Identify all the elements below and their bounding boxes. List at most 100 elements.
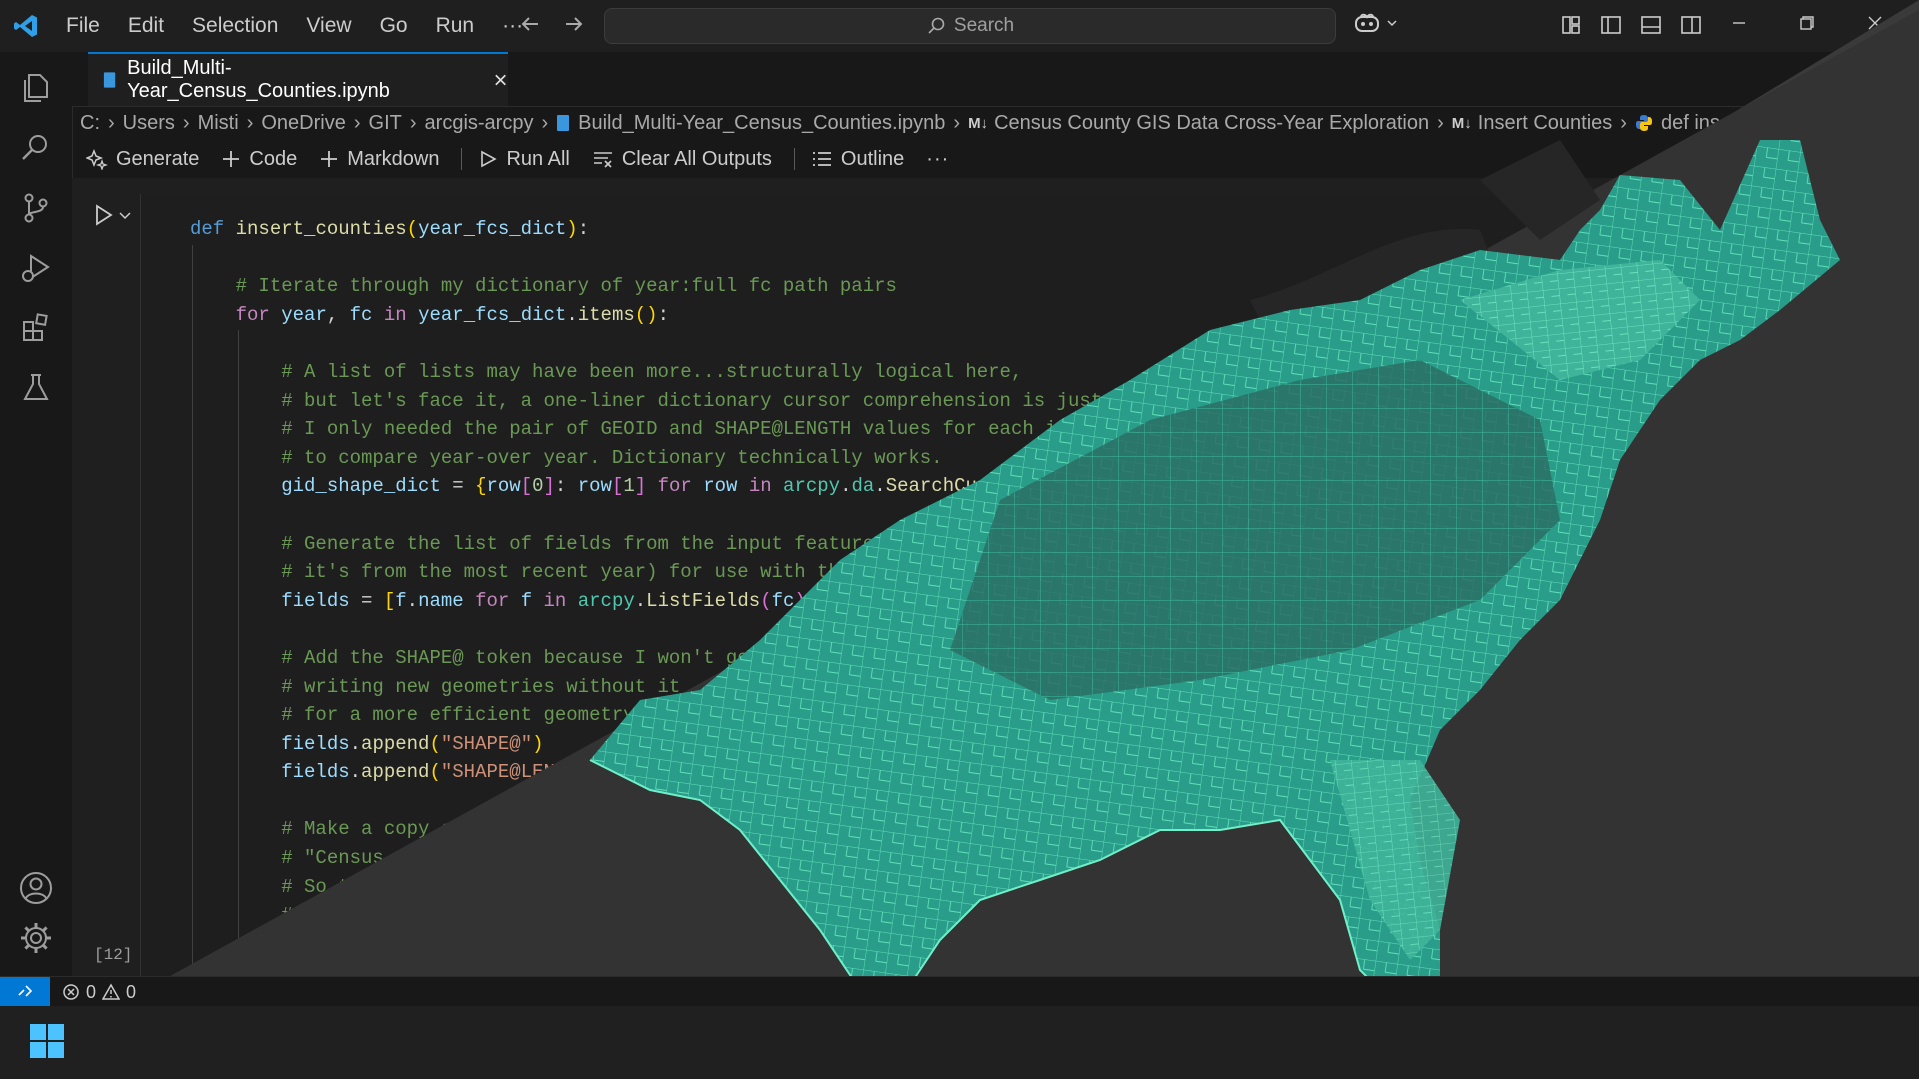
breadcrumb-item[interactable]: arcgis-arcpy bbox=[425, 112, 534, 135]
tab-notebook[interactable]: Build_Multi-Year_Census_Counties.ipynb bbox=[88, 52, 508, 106]
chevron-right-icon: › bbox=[1437, 111, 1444, 134]
command-center-search[interactable]: Search bbox=[604, 8, 1336, 44]
menu-go[interactable]: Go bbox=[366, 0, 422, 52]
menu-file[interactable]: File bbox=[52, 0, 114, 52]
menu-view[interactable]: View bbox=[292, 0, 365, 52]
breadcrumb-item[interactable]: Users bbox=[123, 112, 175, 135]
code-line[interactable]: def insert_counties(year_fcs_dict): bbox=[190, 215, 1171, 244]
breadcrumb-item[interactable]: Misti bbox=[198, 112, 239, 135]
add-markdown-cell-button[interactable]: Markdown bbox=[319, 148, 439, 171]
code-line[interactable] bbox=[190, 329, 1171, 358]
code-line[interactable] bbox=[190, 244, 1171, 273]
forward-arrow-icon[interactable] bbox=[562, 12, 586, 36]
extensions-icon[interactable] bbox=[16, 308, 56, 348]
code-line[interactable]: # but let's face it, a one-liner diction… bbox=[190, 387, 1170, 416]
menu-edit[interactable]: Edit bbox=[114, 0, 178, 52]
code-line[interactable]: # writing new geometries without it bbox=[190, 673, 1171, 702]
search-sidebar-icon[interactable] bbox=[16, 128, 56, 168]
code-token: ( bbox=[429, 732, 441, 755]
outline-button[interactable]: Outline bbox=[811, 148, 904, 171]
code-line[interactable] bbox=[190, 501, 1171, 530]
code-token: : bbox=[657, 303, 669, 326]
cell-gutter bbox=[78, 192, 140, 982]
code-line[interactable]: # for a more efficient geometry bbox=[190, 701, 1171, 730]
code-line[interactable]: # So t bbox=[190, 873, 1171, 902]
breadcrumb-item[interactable]: def insert_ bbox=[1661, 112, 1754, 135]
code-line[interactable]: # it's from the most recent year) for us… bbox=[190, 558, 1171, 587]
remote-indicator[interactable] bbox=[0, 977, 50, 1007]
menu-run[interactable]: Run bbox=[422, 0, 489, 52]
code-line[interactable]: for year, fc in year_fcs_dict.items(): bbox=[190, 301, 1171, 330]
copilot-menu[interactable] bbox=[1354, 12, 1398, 34]
code-line[interactable]: # "Census bbox=[190, 844, 1171, 873]
run-cell-icon[interactable] bbox=[94, 204, 114, 226]
code-line[interactable]: gid_shape_dict = {row[0]: row[1] for row… bbox=[190, 472, 1171, 501]
editor-tabs: Build_Multi-Year_Census_Counties.ipynb bbox=[72, 52, 1919, 107]
chevron-right-icon: › bbox=[182, 111, 190, 134]
more-actions-button[interactable]: ··· bbox=[926, 148, 949, 171]
code-line[interactable]: # Make a copy of bbox=[190, 815, 1171, 844]
code-line[interactable]: # to compare year-over year. Dictionary … bbox=[190, 444, 1171, 473]
close-tab-icon[interactable] bbox=[493, 72, 508, 88]
generate-button[interactable]: Generate bbox=[86, 148, 199, 171]
code-token: () bbox=[634, 303, 658, 326]
code-line[interactable]: # A list of lists may have been more...s… bbox=[190, 358, 1171, 387]
back-arrow-icon[interactable] bbox=[518, 12, 542, 36]
breadcrumb-item[interactable]: C: bbox=[80, 112, 100, 135]
code-line[interactable]: fields.append("SHAPE@") bbox=[190, 730, 1171, 759]
toggle-primary-sidebar-icon[interactable] bbox=[1600, 14, 1622, 36]
code-line[interactable]: fields.append("SHAPE@LENGTH") bbox=[190, 758, 1171, 787]
code-token: fields bbox=[281, 589, 350, 612]
close-window-icon[interactable] bbox=[1866, 14, 1884, 32]
testing-flask-icon[interactable] bbox=[16, 368, 56, 408]
source-control-icon[interactable] bbox=[16, 188, 56, 228]
toggle-panel-icon[interactable] bbox=[1640, 14, 1662, 36]
menu-selection[interactable]: Selection bbox=[178, 0, 292, 52]
windows-start-icon[interactable] bbox=[28, 1022, 66, 1065]
code-line[interactable]: # bbox=[190, 901, 1171, 930]
code-token: . bbox=[566, 303, 578, 326]
run-all-button[interactable]: Run All bbox=[478, 148, 570, 171]
accounts-icon[interactable] bbox=[16, 868, 56, 908]
clear-all-icon bbox=[593, 152, 612, 168]
add-code-cell-button[interactable]: Code bbox=[221, 148, 297, 171]
code-token: # A list of lists may have been more...s… bbox=[281, 360, 1023, 383]
problems-indicator[interactable]: 0 0 bbox=[62, 982, 136, 1003]
code-line[interactable] bbox=[190, 787, 1171, 816]
chevron-down-icon[interactable] bbox=[118, 208, 132, 222]
run-and-debug-icon[interactable] bbox=[16, 248, 56, 288]
code-line[interactable]: # Iterate through my dictionary of year:… bbox=[190, 272, 1171, 301]
breadcrumb-item[interactable]: OneDrive bbox=[261, 112, 345, 135]
breadcrumb-item[interactable]: Census County GIS Data Cross-Year Explor… bbox=[994, 112, 1429, 135]
code-line[interactable]: fields = [f.name for f in arcpy.ListFiel… bbox=[190, 587, 1171, 616]
code-label: Code bbox=[249, 147, 298, 170]
code-line[interactable]: # I only needed the pair of GEOID and SH… bbox=[190, 415, 1171, 444]
plus-icon bbox=[321, 151, 338, 167]
breadcrumb-item[interactable]: Build_Multi-Year_Census_Counties.ipynb bbox=[578, 112, 945, 135]
code-line[interactable]: # Generate the list of fields from the i… bbox=[190, 530, 1171, 559]
code-content[interactable]: def insert_counties(year_fcs_dict): # It… bbox=[190, 215, 1171, 930]
code-line[interactable]: # Add the SHAPE@ token because I won't g… bbox=[190, 644, 1171, 673]
restore-icon[interactable] bbox=[1798, 14, 1816, 32]
breadcrumb-item[interactable]: Insert Counties bbox=[1478, 112, 1613, 135]
clear-all-outputs-button[interactable]: Clear All Outputs bbox=[592, 148, 772, 171]
minimize-icon[interactable] bbox=[1730, 14, 1748, 32]
plus-icon bbox=[223, 151, 240, 167]
remote-icon bbox=[18, 985, 33, 997]
code-token: { bbox=[475, 475, 487, 498]
code-token: in bbox=[748, 475, 772, 498]
settings-gear-icon[interactable] bbox=[16, 918, 56, 958]
code-line[interactable] bbox=[190, 615, 1171, 644]
markdown-icon: M↓ bbox=[968, 114, 989, 132]
explorer-icon[interactable] bbox=[16, 68, 56, 108]
toggle-secondary-sidebar-icon[interactable] bbox=[1680, 14, 1702, 36]
breadcrumb-item[interactable]: GIT bbox=[369, 112, 402, 135]
code-token: year_fcs_dict bbox=[418, 218, 567, 240]
customize-layout-icon[interactable] bbox=[1560, 14, 1582, 36]
